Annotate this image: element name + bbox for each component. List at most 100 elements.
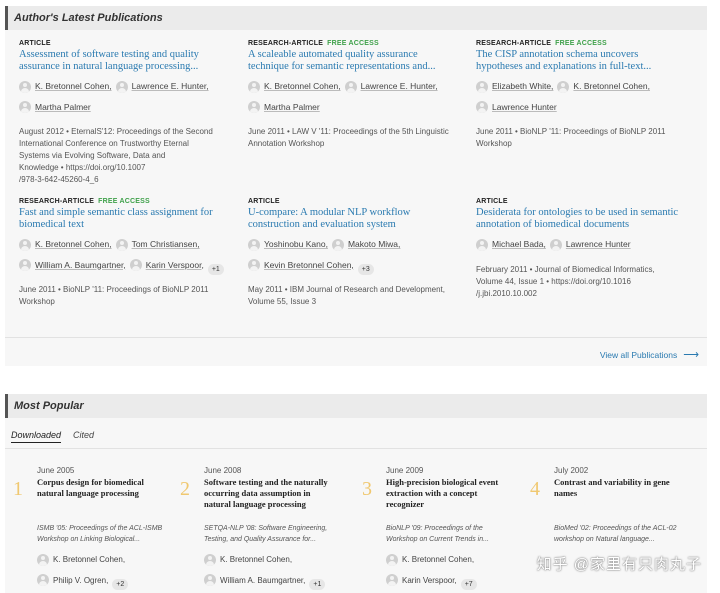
avatar-icon <box>549 238 562 251</box>
author[interactable]: Elizabeth White, <box>476 78 553 95</box>
publication-card: RESEARCH-ARTICLE FREE ACCESS A scaleable a… <box>248 40 458 150</box>
publication-title-link[interactable]: U-compare: A modular NLP workflow constru… <box>248 207 458 231</box>
popular-title-link[interactable]: High-precision biological event extractio… <box>386 477 532 523</box>
tab-cited[interactable]: Cited <box>73 430 94 443</box>
more-authors-badge[interactable]: +1 <box>207 264 224 275</box>
avatar-icon <box>129 259 142 271</box>
publication-type: RESEARCH-ARTICLE FREE ACCESS <box>19 198 150 205</box>
author[interactable]: Martha Palmer <box>248 99 320 116</box>
avatar-icon <box>19 238 31 251</box>
free-access-badge: FREE ACCESS <box>327 40 379 47</box>
publication-meta: June 2011 • LAW V '11: Proceedings of th… <box>248 127 449 148</box>
avatar-icon <box>248 80 260 93</box>
author-name: Yoshinobu Kano, <box>264 239 328 249</box>
author-name: Kevin Bretonnel Cohen, <box>264 259 354 270</box>
more-authors-badge[interactable]: +3 <box>357 264 374 275</box>
author[interactable]: Lawrence E. Hunter, <box>344 78 438 95</box>
publication-type: RESEARCH-ARTICLE FREE ACCESS <box>476 40 607 47</box>
publication-title-link[interactable]: Desiderata for ontologies to be used in … <box>476 207 686 231</box>
free-access-badge: FREE ACCESS <box>555 40 607 47</box>
avatar-icon <box>115 80 128 93</box>
avatar-icon <box>37 553 49 566</box>
author-name: Tom Christiansen, <box>131 239 200 249</box>
popular-venue: SETQA-NLP '08: Software Engineering, Test… <box>204 525 328 543</box>
more-authors-badge[interactable]: +7 <box>460 579 477 590</box>
author[interactable]: Philip V. Ogren, <box>37 572 108 589</box>
author-name: K. Bretonnel Cohen, <box>53 555 126 564</box>
popular-title-link[interactable]: Contrast and variability in gene names <box>554 477 700 523</box>
publication-meta: June 2011 • BioNLP '11: Proceedings of B… <box>476 127 666 148</box>
popular-item[interactable]: 2 June 2008 Software testing and the natur… <box>180 466 350 592</box>
tab-divider <box>5 448 707 449</box>
author-name: Lawrence E. Hunter, <box>131 81 209 91</box>
author[interactable]: Karin Verspoor, <box>129 257 204 274</box>
publication-card: RESEARCH-ARTICLE FREE ACCESS The CISP anno… <box>476 40 686 150</box>
author-name: K. Bretonnel Cohen, <box>35 81 112 91</box>
popular-item[interactable]: 3 June 2009 High-precision biological even… <box>362 466 532 592</box>
divider <box>5 337 707 338</box>
author-name: Lawrence Hunter <box>492 101 557 112</box>
author[interactable]: Lawrence Hunter <box>476 99 557 116</box>
author[interactable]: Lawrence Hunter <box>549 236 631 253</box>
popular-title-link[interactable]: Corpus design for biomedical natural lang… <box>37 477 183 523</box>
publication-meta: May 2011 • IBM Journal of Research and D… <box>248 285 445 306</box>
author[interactable]: William A. Baumgartner, <box>204 572 305 589</box>
author-name: William A. Baumgartner, <box>35 259 126 270</box>
popular-date: June 2009 <box>386 466 424 475</box>
avatar-icon <box>557 80 570 93</box>
publication-title-link[interactable]: The CISP annotation schema uncovers hypot… <box>476 49 686 73</box>
author-list: Michael Bada, Lawrence Hunter <box>476 236 686 257</box>
most-popular-header: Most Popular <box>5 394 707 418</box>
publication-title-link[interactable]: Assessment of software testing and quali… <box>19 49 229 73</box>
author-name: K. Bretonnel Cohen, <box>35 239 112 249</box>
more-authors-badge[interactable]: +2 <box>112 579 129 590</box>
author-name: K. Bretonnel Cohen, <box>220 555 293 564</box>
author[interactable]: K. Bretonnel Cohen, <box>386 551 474 568</box>
author-name: Karin Verspoor, <box>402 575 457 585</box>
popular-item[interactable]: 1 June 2005 Corpus design for biomedical na… <box>13 466 183 592</box>
latest-publications-title: Author's Latest Publications <box>14 12 163 24</box>
publication-meta: August 2012 • EternalS'12: Proceedings o… <box>19 127 213 184</box>
latest-publications-panel: Author's Latest Publications ARTICLE Asse… <box>5 6 707 366</box>
author-name: Elizabeth White, <box>492 81 554 91</box>
publication-meta: June 2011 • BioNLP '11: Proceedings of B… <box>19 285 209 306</box>
author[interactable]: Yoshinobu Kano, <box>248 236 328 253</box>
author-name: Lawrence Hunter <box>565 239 631 249</box>
author[interactable]: Lawrence E. Hunter, <box>115 78 209 95</box>
publication-type: ARTICLE <box>19 40 51 47</box>
avatar-icon <box>476 80 488 93</box>
author-list: K. Bretonnel Cohen, Lawrence E. Hunter, Ma… <box>248 78 458 119</box>
author-name: K. Bretonnel Cohen, <box>264 81 341 91</box>
author-name: K. Bretonnel Cohen, <box>402 555 475 564</box>
view-all-publications-link[interactable]: View all Publications ⟶ <box>600 348 699 361</box>
avatar-icon <box>344 80 357 93</box>
author[interactable]: Kevin Bretonnel Cohen, <box>248 257 354 274</box>
author[interactable]: K. Bretonnel Cohen, <box>19 78 112 95</box>
author[interactable]: Martha Palmer <box>19 99 91 116</box>
tab-downloaded[interactable]: Downloaded <box>11 430 62 443</box>
author[interactable]: K. Bretonnel Cohen, <box>557 78 650 95</box>
author-list: Yoshinobu Kano, Makoto Miwa, Kevin Bretonn… <box>248 236 458 277</box>
author[interactable]: K. Bretonnel Cohen, <box>19 236 112 253</box>
author[interactable]: William A. Baumgartner, <box>19 257 126 274</box>
author[interactable]: K. Bretonnel Cohen, <box>37 551 125 568</box>
more-authors-badge[interactable]: +1 <box>309 579 326 590</box>
popular-item[interactable]: 4 July 2002 Contrast and variability in ge… <box>530 466 700 551</box>
publication-card: RESEARCH-ARTICLE FREE ACCESS Fast and simp… <box>19 198 229 308</box>
author[interactable]: Tom Christiansen, <box>115 236 200 253</box>
author-name: William A. Baumgartner, <box>220 575 306 585</box>
publication-title-link[interactable]: A scaleable automated quality assurance t… <box>248 49 458 73</box>
popular-title-link[interactable]: Software testing and the naturally occurr… <box>204 477 350 523</box>
author-name: Lawrence E. Hunter, <box>360 81 438 91</box>
author[interactable]: K. Bretonnel Cohen, <box>204 551 292 568</box>
author-list: K. Bretonnel Cohen, Lawrence E. Hunter, Ma… <box>19 78 229 119</box>
author[interactable]: Makoto Miwa, <box>331 236 400 253</box>
author[interactable]: K. Bretonnel Cohen, <box>248 78 341 95</box>
author[interactable]: Karin Verspoor, <box>386 572 457 589</box>
publication-card: ARTICLE U-compare: A modular NLP workflow… <box>248 198 458 308</box>
author-name: Karin Verspoor, <box>145 259 204 270</box>
rank-number: 3 <box>362 478 372 500</box>
popular-venue: ISMB '05: Proceedings of the ACL-ISMB Wor… <box>37 525 163 543</box>
author[interactable]: Michael Bada, <box>476 236 546 253</box>
publication-title-link[interactable]: Fast and simple semantic class assignmen… <box>19 207 229 231</box>
